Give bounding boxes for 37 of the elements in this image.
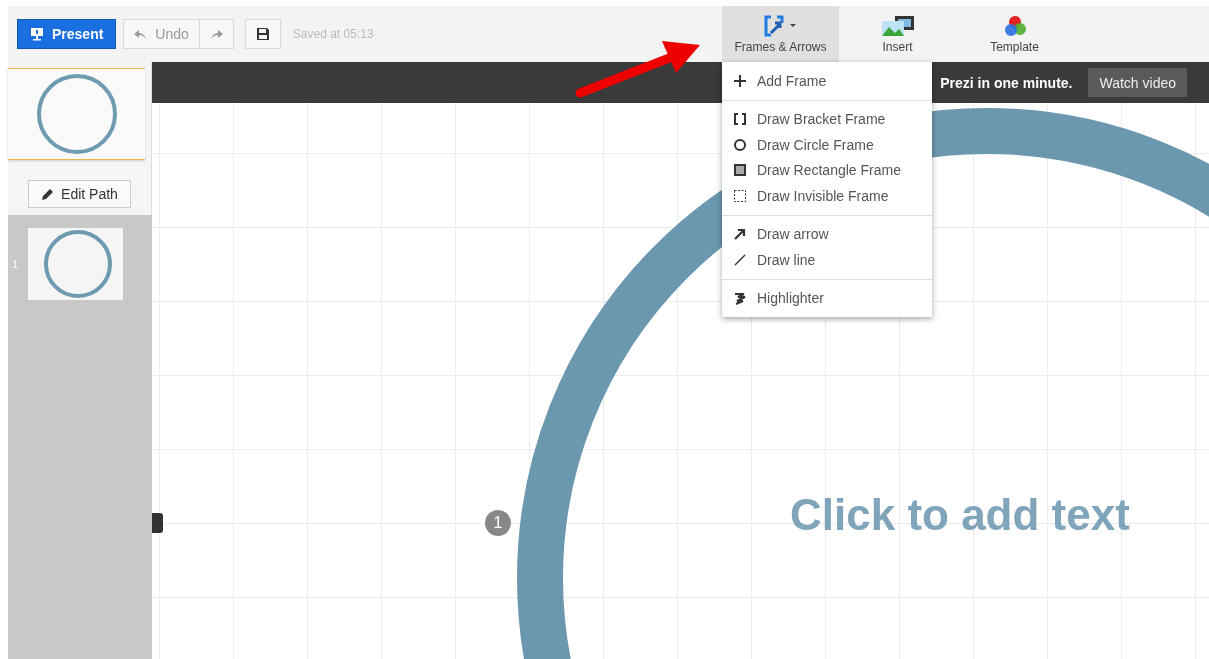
image-film-icon	[880, 14, 915, 37]
toolbar-tab[interactable]: Insert	[839, 6, 956, 62]
edit-path-button[interactable]: Edit Path	[28, 180, 131, 208]
overview-thumbnail[interactable]	[8, 68, 145, 160]
toolbar-tab[interactable]: Template	[956, 6, 1073, 62]
redo-button[interactable]	[199, 19, 234, 49]
banner-text: Prezi in one minute.	[940, 74, 1073, 91]
slide-thumbnail[interactable]	[28, 228, 123, 300]
bracket-icon	[733, 112, 747, 127]
menu-item[interactable]: Draw Rectangle Frame	[722, 157, 932, 183]
menu-item[interactable]: Draw arrow	[722, 221, 932, 247]
plus-icon	[733, 73, 747, 88]
invisible-icon	[733, 188, 747, 203]
save-button[interactable]	[244, 19, 281, 49]
menu-item[interactable]: Draw Invisible Frame	[722, 183, 932, 209]
rectangle-icon	[733, 163, 747, 178]
watch-video-button[interactable]: Watch video	[1088, 68, 1187, 97]
frame-arrow-icon	[762, 14, 799, 37]
highlighter-icon	[733, 291, 747, 306]
menu-item[interactable]: Add Frame	[722, 68, 932, 94]
pencil-icon	[41, 187, 55, 201]
undo-icon	[134, 28, 148, 40]
menu-item[interactable]: Highlighter	[722, 285, 932, 311]
menu-item[interactable]: Draw Bracket Frame	[722, 106, 932, 132]
menu-item[interactable]: Draw line	[722, 247, 932, 273]
menu-item[interactable]: Draw Circle Frame	[722, 132, 932, 158]
redo-icon	[209, 28, 223, 40]
arrow-icon	[733, 227, 747, 242]
toolbar-tab[interactable]: Frames & Arrows	[722, 6, 839, 62]
present-button[interactable]: Present	[17, 19, 117, 49]
line-icon	[733, 252, 747, 267]
color-circles-icon	[1002, 14, 1027, 37]
panel-handle[interactable]	[152, 513, 163, 533]
screen-icon	[30, 27, 44, 41]
path-point[interactable]: 1	[485, 510, 511, 536]
save-status: Saved at 05:13	[292, 27, 374, 41]
circle-icon	[733, 137, 747, 152]
